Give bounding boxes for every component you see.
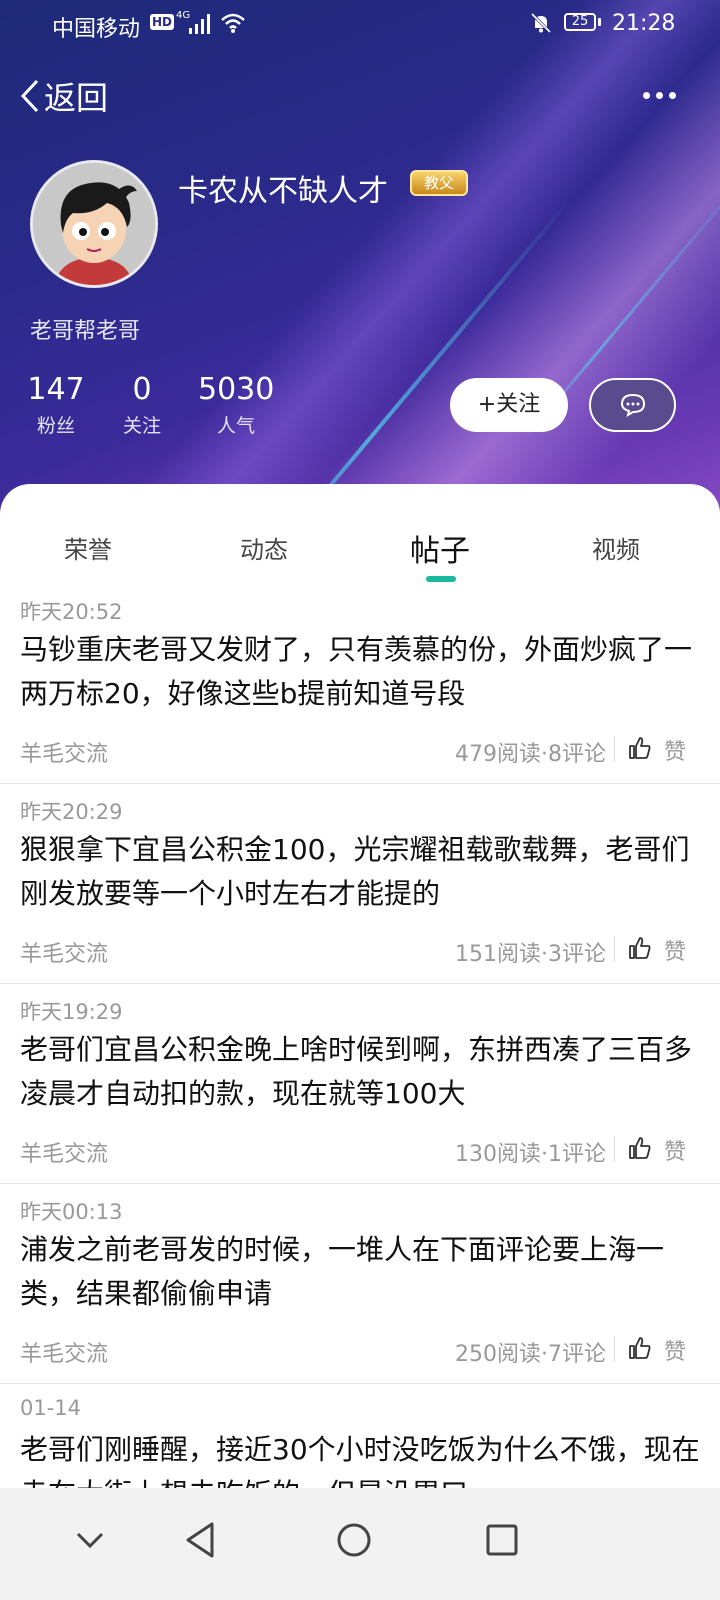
post-item[interactable]: 昨天00:13 浦发之前老哥发的时候，一堆人在下面评论要上海一类，结果都偷偷申请… — [0, 1184, 720, 1384]
chevron-left-icon — [20, 79, 39, 113]
back-button[interactable]: 返回 — [20, 74, 108, 118]
divider — [614, 1336, 615, 1362]
hd-icon: HD — [150, 14, 175, 30]
post-time: 昨天20:52 — [20, 600, 123, 624]
post-item[interactable]: 昨天20:52 马钞重庆老哥又发财了，只有羡慕的份，外面炒疯了一两万标20，好像… — [0, 584, 720, 784]
back-triangle-icon[interactable] — [180, 1518, 224, 1562]
content-panel: 荣誉 动态 帖子 视频 昨天20:52 马钞重庆老哥又发财了，只有羡慕的份，外面… — [0, 484, 720, 1600]
home-circle-icon[interactable] — [332, 1518, 376, 1562]
post-time: 01-14 — [20, 1396, 82, 1420]
post-time: 昨天19:29 — [20, 1000, 123, 1024]
carrier-name: 中国移动 — [52, 17, 141, 42]
tab-activity[interactable]: 动态 — [204, 530, 324, 565]
post-item[interactable]: 昨天20:29 狠狠拿下宜昌公积金100，光宗耀祖载歌载舞，老哥们刚发放要等一个… — [0, 784, 720, 984]
stat-value: 5030 — [198, 372, 275, 407]
rank-badge: 教父 — [410, 170, 468, 196]
post-category[interactable]: 羊毛交流 — [20, 1336, 108, 1368]
avatar[interactable] — [30, 160, 158, 288]
chat-bubble-icon — [620, 393, 645, 417]
post-title[interactable]: 马钞重庆老哥又发财了，只有羡慕的份，外面炒疯了一两万标20，好像这些b提前知道号… — [20, 628, 700, 716]
stat-following[interactable]: 0 关注 — [112, 372, 172, 438]
stat-followers[interactable]: 147 粉丝 — [26, 372, 86, 438]
active-tab-indicator — [426, 576, 456, 582]
post-category[interactable]: 羊毛交流 — [20, 736, 108, 768]
username: 卡农从不缺人才 — [178, 174, 388, 209]
stat-label: 粉丝 — [36, 415, 75, 437]
thumbs-up-icon[interactable] — [628, 736, 652, 760]
wifi-icon — [221, 13, 245, 33]
battery-level: 25 — [564, 13, 596, 31]
like-label[interactable]: 赞 — [664, 1134, 686, 1166]
stat-label: 人气 — [216, 415, 255, 437]
tab-posts[interactable]: 帖子 — [380, 526, 500, 570]
post-item[interactable]: 昨天19:29 老哥们宜昌公积金晚上啥时候到啊，东拼西凑了三百多凌晨才自动扣的款… — [0, 984, 720, 1184]
divider — [614, 936, 615, 962]
thumbs-up-icon[interactable] — [628, 936, 652, 960]
like-label[interactable]: 赞 — [664, 934, 686, 966]
notifications-muted-icon — [530, 12, 552, 34]
post-category[interactable]: 羊毛交流 — [20, 936, 108, 968]
tab-honors[interactable]: 荣誉 — [28, 530, 148, 565]
divider — [614, 1136, 615, 1162]
tab-bar: 荣誉 动态 帖子 视频 — [0, 484, 720, 584]
battery-icon — [598, 18, 601, 26]
status-bar: 中国移动 HD 4G 25 21:28 — [0, 0, 720, 50]
stat-popularity: 5030 人气 — [198, 372, 274, 438]
signal-icon — [189, 14, 210, 34]
post-stats: 250阅读·7评论 — [455, 1342, 606, 1367]
post-stats: 479阅读·8评论 — [455, 742, 606, 767]
thumbs-up-icon[interactable] — [628, 1336, 652, 1360]
more-options-icon[interactable] — [640, 84, 680, 104]
profile-signature: 老哥帮老哥 — [30, 319, 141, 344]
like-label[interactable]: 赞 — [664, 734, 686, 766]
follow-button[interactable]: +关注 — [450, 378, 568, 432]
system-nav-bar — [0, 1488, 720, 1600]
cartoon-avatar-icon — [33, 163, 155, 285]
divider — [614, 736, 615, 762]
back-label: 返回 — [44, 79, 109, 117]
post-stats: 151阅读·3评论 — [455, 942, 606, 967]
profile-header: 中国移动 HD 4G 25 21:28 返回 卡农从不缺人才 教父 老哥帮老哥 … — [0, 0, 720, 540]
thumbs-up-icon[interactable] — [628, 1136, 652, 1160]
post-time: 昨天20:29 — [20, 800, 123, 824]
post-title[interactable]: 狠狠拿下宜昌公积金100，光宗耀祖载歌载舞，老哥们刚发放要等一个小时左右才能提的 — [20, 828, 700, 916]
stat-label: 关注 — [122, 415, 161, 437]
chevron-down-icon[interactable] — [68, 1518, 112, 1562]
message-button[interactable] — [589, 378, 676, 432]
stat-value: 0 — [132, 372, 152, 407]
tab-videos[interactable]: 视频 — [556, 530, 676, 565]
stat-value: 147 — [27, 372, 85, 407]
post-title[interactable]: 老哥们宜昌公积金晚上啥时候到啊，东拼西凑了三百多凌晨才自动扣的款，现在就等100… — [20, 1028, 700, 1116]
post-category[interactable]: 羊毛交流 — [20, 1136, 108, 1168]
post-time: 昨天00:13 — [20, 1200, 123, 1224]
like-label[interactable]: 赞 — [664, 1334, 686, 1366]
clock: 21:28 — [612, 11, 676, 36]
post-stats: 130阅读·1评论 — [455, 1142, 606, 1167]
post-title[interactable]: 浦发之前老哥发的时候，一堆人在下面评论要上海一类，结果都偷偷申请 — [20, 1228, 700, 1316]
recent-apps-icon[interactable] — [480, 1518, 524, 1562]
